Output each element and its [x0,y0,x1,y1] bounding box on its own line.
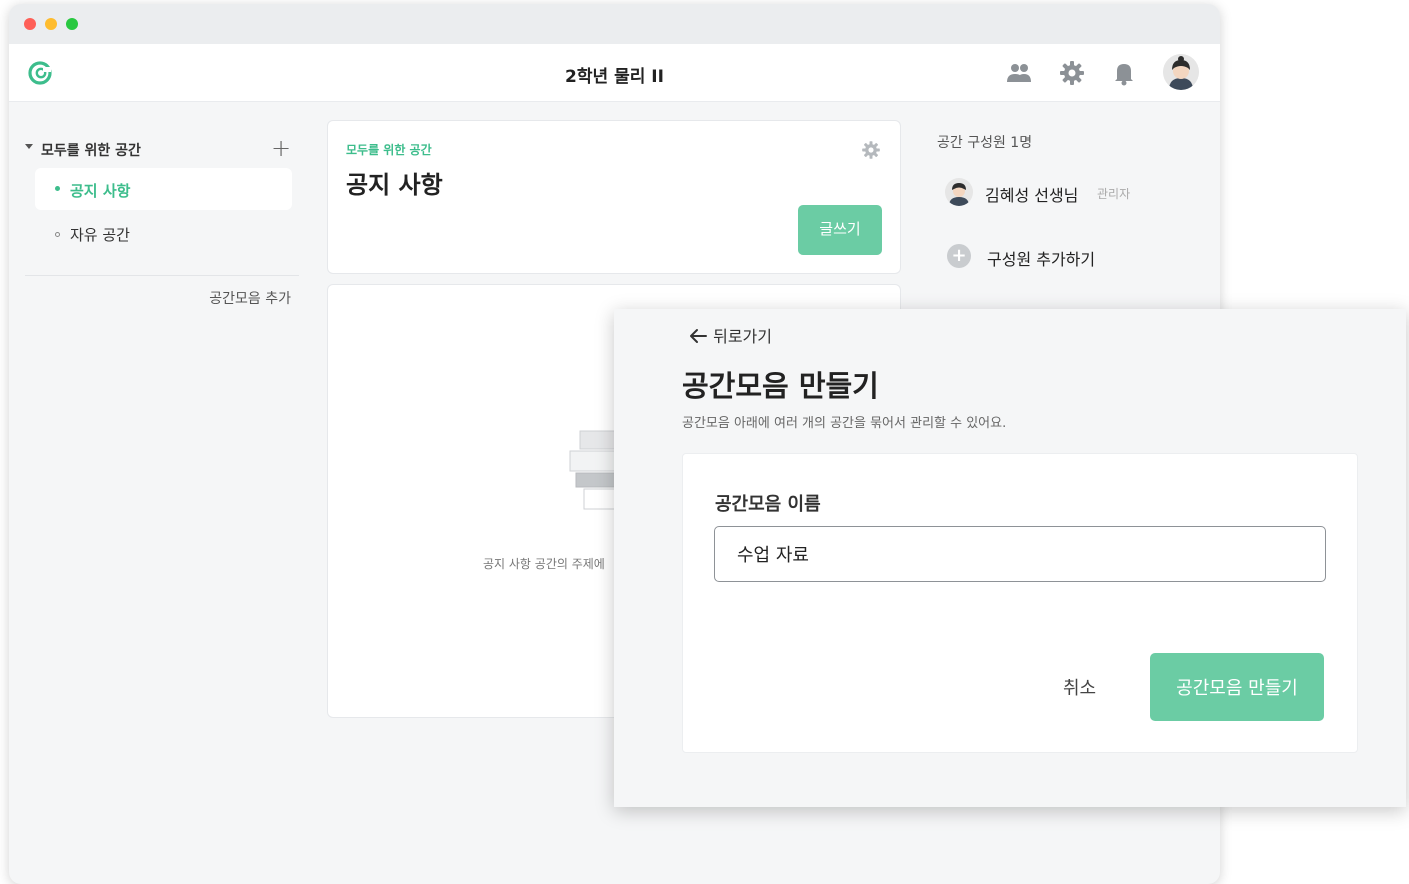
settings-icon[interactable] [1057,58,1087,88]
bullet-icon [55,232,60,237]
arrow-left-icon [690,329,707,343]
plus-circle-icon: + [947,244,971,268]
sidebar-group-title[interactable]: 모두를 위한 공간 [41,140,141,160]
space-header-card: 모두를 위한 공간 공지 사항 글쓰기 [327,120,901,274]
create-collection-button[interactable]: 공간모음 만들기 [1150,653,1324,721]
app-header: 2학년 물리 II [9,44,1220,102]
minimize-window-button[interactable] [45,18,57,30]
modal-description: 공간모음 아래에 여러 개의 공간을 묶어서 관리할 수 있어요. [682,416,1007,431]
modal-title: 공간모음 만들기 [682,369,879,403]
avatar-icon [945,178,973,206]
member-role-badge: 관리자 [1097,187,1131,201]
notification-icon[interactable] [1109,58,1139,88]
page-title: 2학년 물리 II [565,67,664,87]
sidebar-item-free-space[interactable]: 자유 공간 [35,216,292,252]
add-space-button[interactable]: + [271,134,291,162]
back-link[interactable]: 뒤로가기 [688,323,772,347]
space-settings-icon[interactable] [860,139,882,161]
member-avatar [945,178,973,206]
space-title: 공지 사항 [346,171,443,199]
sidebar-item-notice[interactable]: 공지 사항 [35,168,292,210]
avatar-icon [1163,54,1199,90]
user-avatar[interactable] [1163,54,1199,90]
bullet-icon [55,186,60,191]
add-member-button[interactable]: + 구성원 추가하기 [945,242,1205,274]
sidebar-divider [25,275,299,276]
collection-name-label: 공간모음 이름 [715,494,821,515]
maximize-window-button[interactable] [66,18,78,30]
add-member-label: 구성원 추가하기 [987,250,1096,269]
cancel-button[interactable]: 취소 [1063,674,1096,700]
sidebar-item-label: 자유 공간 [70,226,130,244]
collection-form: 공간모음 이름 취소 공간모음 만들기 [682,453,1358,753]
back-label: 뒤로가기 [713,327,772,346]
close-window-button[interactable] [24,18,36,30]
member-item[interactable]: 김혜성 선생님 관리자 [945,174,1205,210]
sidebar-item-label: 공지 사항 [70,182,131,200]
create-collection-modal: 뒤로가기 공간모음 만들기 공간모음 아래에 여러 개의 공간을 묶어서 관리할… [614,309,1406,807]
collection-name-input[interactable] [714,526,1326,582]
collapse-caret-icon[interactable] [25,144,33,149]
window-titlebar [9,4,1220,44]
empty-state-text: 공지 사항 공간의 주제에 [483,557,605,571]
member-count: 공간 구성원 1명 [937,135,1033,151]
write-button[interactable]: 글쓰기 [798,205,882,255]
members-icon[interactable] [1004,58,1034,88]
member-name: 김혜성 선생님 [985,186,1079,205]
space-group-label: 모두를 위한 공간 [346,143,432,157]
add-collection-link[interactable]: 공간모음 추가 [209,288,291,308]
